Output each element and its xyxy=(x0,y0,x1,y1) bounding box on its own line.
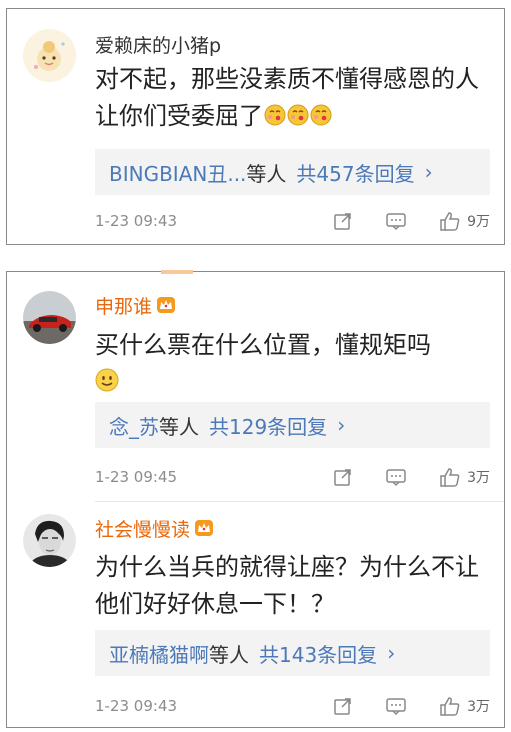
comment-meta: 1-23 09:43 9万 xyxy=(95,209,490,233)
divider xyxy=(95,501,504,502)
reply-preview[interactable]: BINGBIAN丑... 等人 共457条回复 › xyxy=(95,149,490,195)
smile-emoji-icon xyxy=(95,366,119,403)
like-button[interactable]: 3万 xyxy=(439,696,490,716)
like-count: 3万 xyxy=(467,699,490,715)
share-icon[interactable] xyxy=(333,211,353,231)
chevron-right-icon: › xyxy=(387,641,396,665)
kiss-emoji-icon xyxy=(287,100,309,137)
vip-crown-icon xyxy=(156,296,176,319)
avatar[interactable] xyxy=(23,29,76,82)
comment-text-body: 买什么票在什么位置，懂规矩吗 xyxy=(95,331,431,359)
reply-preview[interactable]: 念_苏 等人 共129条回复 › xyxy=(95,402,490,448)
share-icon[interactable] xyxy=(333,696,353,716)
thumbs-up-icon xyxy=(440,468,460,487)
comment-icon[interactable] xyxy=(385,211,407,231)
reply-count[interactable]: 共129条回复 xyxy=(209,411,327,440)
username[interactable]: 社会慢慢读 xyxy=(95,515,214,542)
comment-text: 对不起，那些没素质不懂得感恩的人让你们受委屈了 xyxy=(95,61,485,137)
reply-etc: 等人 xyxy=(159,414,199,439)
comment-card-1: 爱赖床的小猪p 对不起，那些没素质不懂得感恩的人让你们受委屈了 BINGBIAN… xyxy=(6,8,505,245)
comment-text: 为什么当兵的就得让座？为什么不让他们好好休息一下！？ xyxy=(95,553,479,618)
like-button[interactable]: 9万 xyxy=(439,211,490,231)
reply-users[interactable]: 念_苏 xyxy=(109,411,159,440)
reply-users[interactable]: BINGBIAN丑... xyxy=(109,158,246,187)
reply-etc: 等人 xyxy=(246,161,287,186)
kiss-emoji-icon xyxy=(264,100,286,137)
vip-crown-icon xyxy=(194,519,214,542)
timestamp: 1-23 09:45 xyxy=(95,468,178,486)
reply-etc: 等人 xyxy=(209,642,249,667)
comment-text: 买什么票在什么位置，懂规矩吗 xyxy=(95,327,485,403)
username-text[interactable]: 申那谁 xyxy=(95,296,152,318)
thumbs-up-icon xyxy=(440,697,460,716)
reply-count[interactable]: 共143条回复 xyxy=(259,639,377,668)
reply-count[interactable]: 共457条回复 xyxy=(296,158,414,187)
like-button[interactable]: 3万 xyxy=(439,467,490,487)
avatar[interactable] xyxy=(23,291,76,344)
chevron-right-icon: › xyxy=(337,413,346,437)
username-text[interactable]: 社会慢慢读 xyxy=(95,519,190,541)
timestamp: 1-23 09:43 xyxy=(95,212,178,230)
chevron-right-icon: › xyxy=(424,160,433,184)
timestamp: 1-23 09:43 xyxy=(95,697,178,715)
loading-indicator xyxy=(161,270,193,274)
like-count: 9万 xyxy=(467,214,490,230)
reply-preview[interactable]: 亚楠橘猫啊 等人 共143条回复 › xyxy=(95,630,490,676)
username[interactable]: 申那谁 xyxy=(95,292,176,319)
kiss-emoji-icon xyxy=(310,100,332,137)
comment-icon[interactable] xyxy=(385,696,407,716)
like-count: 3万 xyxy=(467,470,490,486)
thumbs-up-icon xyxy=(440,212,460,231)
comment-card-2: 申那谁 买什么票在什么位置，懂规矩吗 念_苏 等人 共129条回复 › 1-23… xyxy=(6,270,505,728)
share-icon[interactable] xyxy=(333,467,353,487)
comment-meta: 1-23 09:45 3万 xyxy=(95,465,490,489)
reply-users[interactable]: 亚楠橘猫啊 xyxy=(109,639,209,668)
comment-icon[interactable] xyxy=(385,467,407,487)
username[interactable]: 爱赖床的小猪p xyxy=(95,31,221,58)
comment-meta: 1-23 09:43 3万 xyxy=(95,694,490,718)
avatar[interactable] xyxy=(23,514,76,567)
